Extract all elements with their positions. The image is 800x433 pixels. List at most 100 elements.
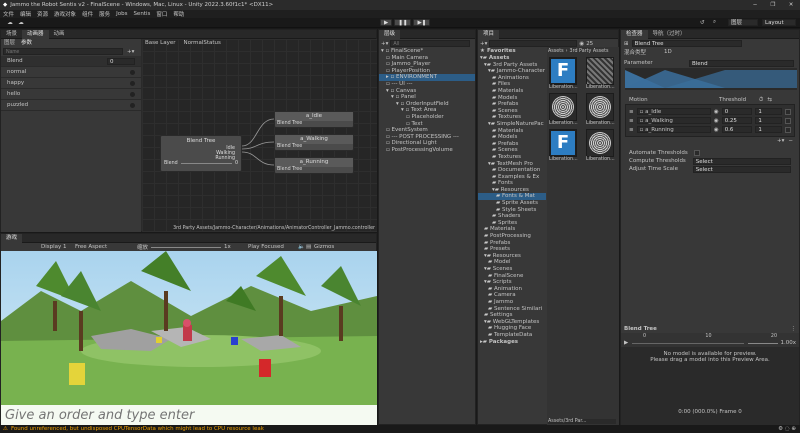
display-dropdown[interactable]: Display 1 [41, 244, 75, 250]
folder-item[interactable]: ▰ Scenes [478, 108, 546, 115]
menu-item[interactable]: 游戏对象 [54, 10, 76, 18]
mirror-checkbox[interactable] [785, 108, 791, 115]
asset-item[interactable]: F Liberation... [549, 57, 583, 90]
trigger-radio-icon[interactable] [130, 69, 135, 75]
folder-item[interactable]: ▾▰ Resources [478, 253, 546, 260]
threshold-field[interactable]: 0 [721, 108, 753, 115]
folder-item[interactable]: ▰ Examples & Ex [478, 174, 546, 181]
expand-arrow-icon[interactable]: ▾ ▫ [396, 101, 406, 107]
layout-dropdown[interactable]: Layout [762, 19, 796, 26]
folder-item[interactable]: ▾▰ Scenes [478, 266, 546, 273]
folder-item[interactable]: ▾▰ Jammo-Character [478, 68, 546, 75]
parameter-dropdown[interactable]: Blend [689, 59, 794, 67]
folder-item[interactable]: ▰ Documentation [478, 167, 546, 174]
folder-item[interactable]: ▰ Models [478, 134, 546, 141]
menu-item[interactable]: 帮助 [173, 10, 184, 18]
trigger-radio-icon[interactable] [130, 80, 135, 86]
blend-type-dropdown[interactable]: 1D [664, 49, 672, 55]
hierarchy-item[interactable]: ▫ Text [379, 121, 475, 128]
speed-field[interactable]: 1 [755, 117, 783, 124]
folder-item[interactable]: ▰ Settings [478, 312, 546, 319]
folder-item[interactable]: ▰ FinalScene [478, 273, 546, 280]
status-bar[interactable]: ⚠ Found unreferenced, but undisposed CPU… [0, 425, 800, 433]
drag-handle-icon[interactable]: ≡ [629, 109, 634, 115]
preview-timeline[interactable] [632, 342, 745, 344]
param-row[interactable]: Blend 0 [1, 56, 141, 67]
folder-item[interactable]: ▾▰ 3rd Party Assets [478, 62, 546, 69]
history-icon[interactable]: ↺ [700, 20, 705, 26]
folder-item[interactable]: ▰ Materials [478, 226, 546, 233]
motion-field[interactable]: ▫ a_Walking [636, 117, 711, 124]
folder-item[interactable]: ▰ Textures [478, 154, 546, 161]
stats-icon[interactable]: ▤ [306, 244, 314, 250]
tab-scene[interactable]: 场景 [1, 30, 22, 39]
trigger-radio-icon[interactable] [130, 91, 135, 97]
folder-item[interactable]: ▰ Prefabs [478, 141, 546, 148]
tab-navigation[interactable]: 导航（过时） [648, 30, 691, 39]
folder-item[interactable]: ▾▰ TextMesh Pro [478, 161, 546, 168]
menu-item[interactable]: 服务 [99, 10, 110, 18]
drag-handle-icon[interactable]: ≡ [629, 127, 634, 133]
folder-item[interactable]: ▰ Textures [478, 114, 546, 121]
trigger-radio-icon[interactable] [130, 102, 135, 108]
folder-item[interactable]: ▰ Presets [478, 246, 546, 253]
folder-item[interactable]: ▰ Files [478, 81, 546, 88]
tab-inspector[interactable]: 检查器 [621, 29, 648, 39]
folder-item[interactable]: ▰ Sentence Similari [478, 306, 546, 313]
expand-arrow-icon[interactable]: ▸ ▫ [386, 74, 396, 80]
folder-item[interactable]: ▾▰ Resources [478, 187, 546, 194]
folder-item[interactable]: ▰ Jammo [478, 299, 546, 306]
tab-hierarchy[interactable]: 层级 [379, 29, 401, 39]
hierarchy-item[interactable]: ▫ PlayerPosition [379, 68, 475, 75]
preview-area[interactable]: Blend Tree ⋮ 0 10 20 ▶ 1.00x No model is… [621, 324, 799, 425]
preview-speed-slider[interactable] [748, 342, 779, 344]
folder-item[interactable]: ▰ Prefabs [478, 240, 546, 247]
asset-item[interactable]: F Liberation... [549, 129, 583, 162]
motion-pick-icon[interactable]: ◉ [714, 109, 719, 115]
menu-item[interactable]: Sentis [133, 11, 150, 17]
motion-pick-icon[interactable]: ◉ [714, 118, 719, 124]
folder-item[interactable]: ▸▰ Packages [478, 339, 546, 346]
tab-project[interactable]: 项目 [478, 29, 500, 39]
motion-pick-icon[interactable]: ◉ [714, 127, 719, 133]
hierarchy-item[interactable]: ▫ --- UI --- [379, 81, 475, 88]
hierarchy-item[interactable]: ▫ Main Camera [379, 55, 475, 62]
folder-item[interactable]: ▰ Sprite Assets [478, 200, 546, 207]
param-search-input[interactable] [3, 48, 123, 55]
folder-item[interactable]: ▾▰ Scripts [478, 279, 546, 286]
play-button[interactable]: ▶ [380, 19, 393, 26]
adjust-time-scale-dropdown[interactable]: Select [692, 165, 791, 173]
motion-node-running[interactable]: a_Running Blend Tree [274, 157, 354, 174]
menu-item[interactable]: 文件 [3, 10, 14, 18]
expand-arrow-icon[interactable]: ▾ ▫ [386, 88, 396, 94]
menu-item[interactable]: 资源 [37, 10, 48, 18]
hierarchy-item[interactable]: ▫ Directional Light [379, 140, 475, 147]
preview-play-icon[interactable]: ▶ [624, 340, 628, 346]
cloud-icon[interactable]: ☁ [16, 20, 26, 26]
expand-arrow-icon[interactable]: ▾ ▫ [391, 94, 401, 100]
layers-dropdown[interactable]: 图层 [728, 19, 758, 26]
asset-item[interactable]: Liberation... [586, 57, 620, 90]
folder-item[interactable]: ▰ Animations [478, 75, 546, 82]
hierarchy-item[interactable]: ▾ ▫ FinalScene* [379, 48, 475, 55]
eye-icon[interactable]: ◉ [579, 41, 584, 47]
param-row[interactable]: hello [1, 89, 141, 100]
breadcrumb-item[interactable]: Assets [548, 49, 564, 54]
hierarchy-item[interactable]: ▫ EventSystem [379, 127, 475, 134]
speed-field[interactable]: 1 [755, 108, 783, 115]
automate-thresholds-checkbox[interactable] [694, 150, 700, 156]
mute-icon[interactable]: 🔈 [298, 244, 306, 250]
folder-item[interactable]: ▰ Shaders [478, 213, 546, 220]
folder-item[interactable]: ▰ TemplateData [478, 332, 546, 339]
param-row[interactable]: normal [1, 67, 141, 78]
folder-item[interactable]: ▰ PostProcessing [478, 233, 546, 240]
folder-item[interactable]: ▾▰ WebGLTemplates [478, 319, 546, 326]
hierarchy-item[interactable]: ▫ --- POST PROCESSING --- [379, 134, 475, 141]
expand-arrow-icon[interactable]: ▾ ▫ [381, 48, 391, 54]
hierarchy-item[interactable]: ▾ ▫ Text Area [379, 107, 475, 114]
favorites-label[interactable]: Favorites [487, 48, 516, 54]
animator-graph[interactable]: Base Layer NormalStatus Blend Tree Idle … [142, 39, 377, 232]
folder-item[interactable]: ▰ Sprites [478, 220, 546, 227]
pause-button[interactable]: ❚❚ [394, 19, 412, 26]
asset-item[interactable]: Liberation... [549, 93, 583, 126]
